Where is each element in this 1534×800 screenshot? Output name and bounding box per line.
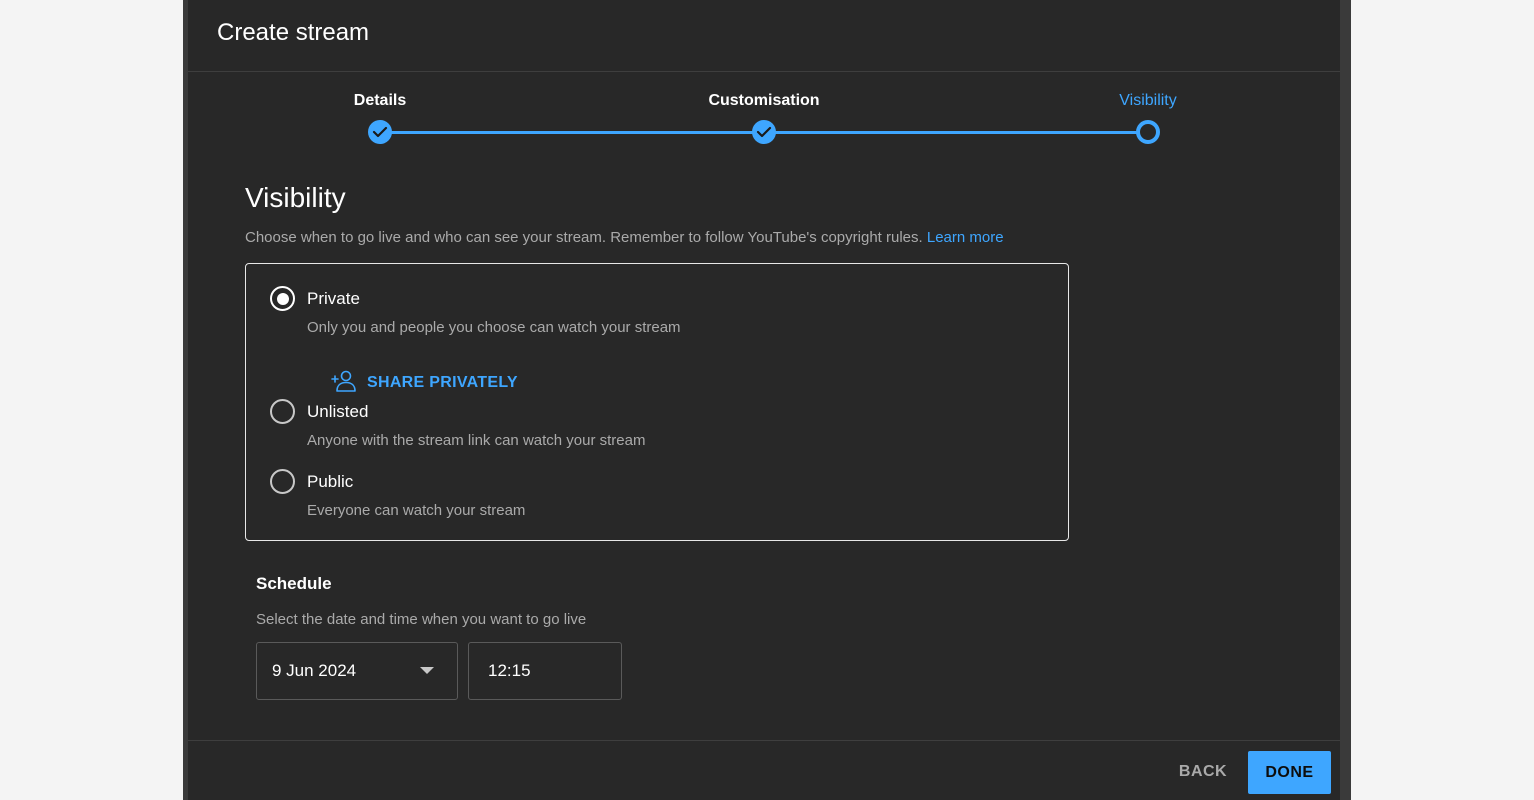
option-public-description: Everyone can watch your stream (307, 502, 526, 519)
option-public[interactable]: Public Everyone can watch your stream (270, 469, 1030, 519)
date-value: 9 Jun 2024 (272, 661, 357, 680)
option-unlisted-description: Anyone with the stream link can watch yo… (307, 432, 646, 449)
dropdown-arrow-icon (420, 667, 434, 674)
step-connector-2 (764, 131, 1148, 134)
time-input[interactable]: 12:15 (468, 642, 622, 700)
step-customisation-check-icon[interactable] (752, 120, 776, 144)
step-label-details[interactable]: Details (354, 92, 406, 110)
visibility-description: Choose when to go live and who can see y… (245, 229, 1004, 246)
dialog-right-edge (1340, 0, 1351, 800)
schedule-title: Schedule (256, 574, 332, 593)
option-unlisted-label: Unlisted (307, 402, 369, 421)
share-privately-label: SHARE PRIVATELY (367, 374, 518, 391)
step-label-customisation[interactable]: Customisation (708, 92, 819, 110)
back-button[interactable]: BACK (1173, 751, 1233, 793)
step-label-visibility[interactable]: Visibility (1119, 92, 1177, 110)
learn-more-link[interactable]: Learn more (927, 229, 1004, 246)
option-private-label: Private (307, 289, 360, 308)
step-details-check-icon[interactable] (368, 120, 392, 144)
visibility-description-text: Choose when to go live and who can see y… (245, 229, 923, 246)
time-value: 12:15 (488, 661, 531, 680)
step-connector-1 (380, 131, 764, 134)
done-button[interactable]: DONE (1248, 751, 1331, 794)
create-stream-dialog: Create stream Details Customisation Visi… (183, 0, 1351, 800)
dialog-left-edge (183, 0, 188, 800)
radio-public[interactable] (270, 469, 295, 494)
radio-private[interactable] (270, 286, 295, 311)
add-person-icon (331, 369, 357, 398)
option-private[interactable]: Private Only you and people you choose c… (270, 286, 1030, 406)
step-visibility-current-icon[interactable] (1136, 120, 1160, 144)
dialog-header: Create stream (188, 0, 1340, 72)
visibility-options: Private Only you and people you choose c… (245, 263, 1069, 541)
option-unlisted[interactable]: Unlisted Anyone with the stream link can… (270, 399, 1030, 449)
dialog-title: Create stream (217, 19, 370, 46)
option-private-description: Only you and people you choose can watch… (307, 319, 681, 336)
option-public-label: Public (307, 472, 354, 491)
date-picker[interactable]: 9 Jun 2024 (256, 642, 458, 700)
visibility-title: Visibility (245, 182, 346, 213)
dialog-footer: BACK DONE (188, 740, 1340, 800)
schedule-description: Select the date and time when you want t… (256, 611, 587, 628)
share-privately-button[interactable]: SHARE PRIVATELY (331, 370, 518, 396)
radio-unlisted[interactable] (270, 399, 295, 424)
